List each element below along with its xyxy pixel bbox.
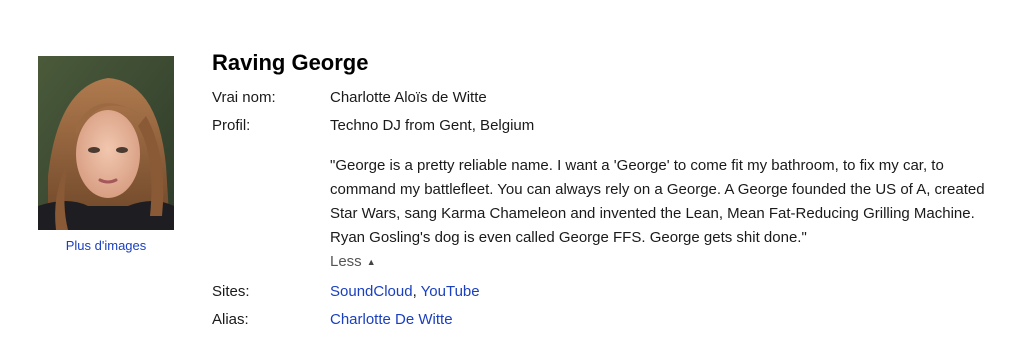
sites-value: SoundCloud, YouTube (330, 280, 1012, 304)
more-images-link[interactable]: Plus d'images (38, 238, 174, 253)
real-name-value: Charlotte Aloïs de Witte (330, 89, 487, 106)
less-label: Less (330, 253, 362, 270)
real-name-row: Vrai nom: Charlotte Aloïs de Witte (212, 86, 1012, 110)
alias-value: Charlotte De Witte (330, 308, 1012, 332)
artist-name: Raving George (212, 50, 369, 75)
artist-portrait-image (38, 56, 174, 230)
sites-separator: , (412, 283, 421, 300)
artist-photo-column: Plus d'images (38, 56, 174, 253)
profile-value: Techno DJ from Gent, Belgium (330, 117, 535, 134)
profile-label: Profil: (212, 117, 251, 134)
caret-up-icon: ▲ (366, 257, 376, 267)
profile-row: Profil: Techno DJ from Gent, Belgium (212, 114, 1012, 138)
sites-row: Sites: SoundCloud, YouTube (212, 280, 1012, 304)
alias-label: Alias: (212, 311, 249, 328)
youtube-link[interactable]: YouTube (421, 283, 480, 300)
alias-row: Alias: Charlotte De Witte (212, 308, 1012, 332)
profile-quote: "George is a pretty reliable name. I wan… (330, 157, 985, 246)
real-name-label: Vrai nom: (212, 89, 276, 106)
alias-link[interactable]: Charlotte De Witte (330, 311, 453, 328)
artist-photo[interactable] (38, 56, 174, 230)
less-toggle[interactable]: Less ▲ (330, 250, 376, 274)
soundcloud-link[interactable]: SoundCloud (330, 283, 413, 300)
sites-label: Sites: (212, 283, 250, 300)
artist-info: Raving George Vrai nom: Charlotte Aloïs … (212, 48, 1012, 336)
